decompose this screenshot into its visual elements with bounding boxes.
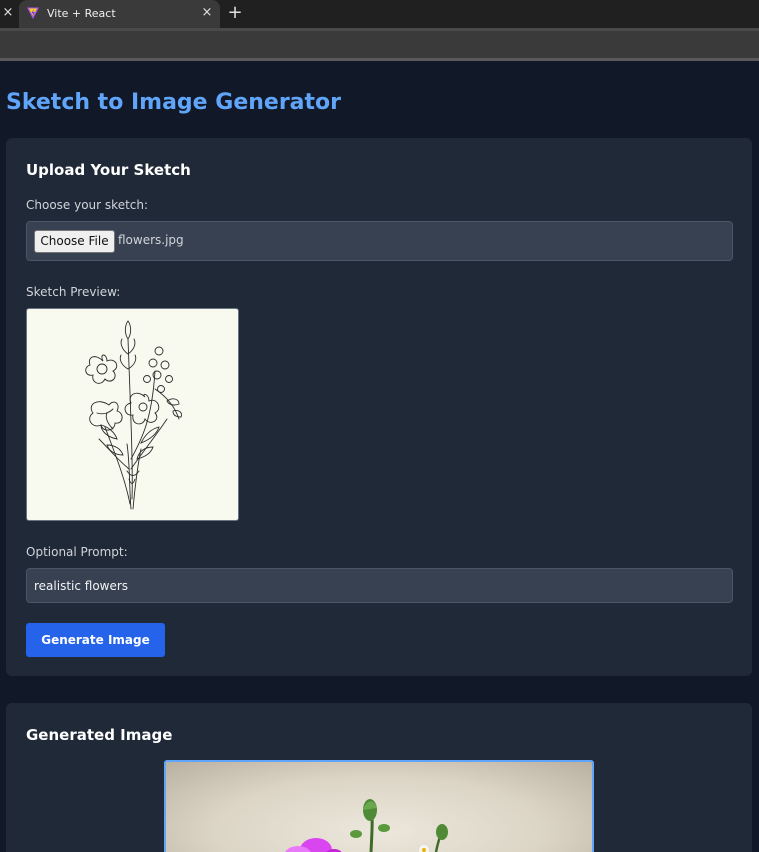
sketch-preview-label: Sketch Preview:: [26, 285, 121, 299]
browser-tab-bar: × Vite + React × +: [0, 0, 759, 28]
generate-image-button[interactable]: Generate Image: [26, 623, 165, 657]
upload-heading: Upload Your Sketch: [26, 161, 191, 179]
browser-tab-active[interactable]: Vite + React ×: [19, 0, 220, 28]
flower-sketch-drawing: [85, 320, 182, 510]
prompt-input[interactable]: [26, 568, 733, 603]
new-tab-icon[interactable]: +: [226, 3, 244, 23]
generated-flowers-drawing: [285, 799, 448, 852]
choose-sketch-label: Choose your sketch:: [26, 198, 149, 212]
generated-image: [164, 760, 594, 852]
tab-close-icon[interactable]: ×: [200, 5, 214, 21]
upload-card: Upload Your Sketch Choose your sketch: C…: [6, 138, 752, 676]
prompt-label: Optional Prompt:: [26, 545, 128, 559]
generated-heading: Generated Image: [26, 726, 173, 744]
browser-toolbar: [0, 28, 759, 61]
generated-card: Generated Image: [6, 703, 752, 852]
sketch-preview-image: [26, 308, 239, 521]
prev-tab-close-icon[interactable]: ×: [1, 5, 15, 21]
file-name: flowers.jpg: [118, 233, 184, 247]
vite-logo-icon: [27, 7, 39, 19]
tab-title: Vite + React: [47, 7, 116, 20]
page-title: Sketch to Image Generator: [6, 90, 341, 115]
file-input[interactable]: Choose File flowers.jpg: [26, 221, 733, 261]
choose-file-button[interactable]: Choose File: [34, 230, 115, 253]
